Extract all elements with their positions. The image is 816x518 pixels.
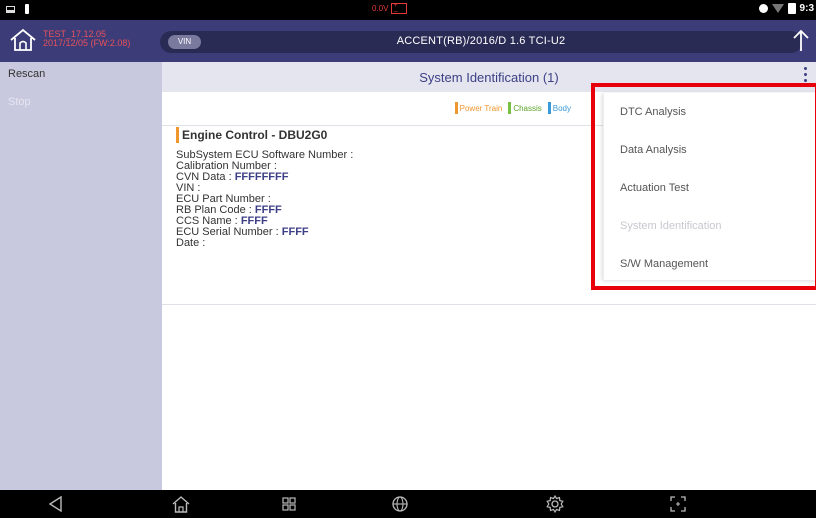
test-info: TEST_17.12.05 2017/12/05 (FW:2.08) [43,30,130,48]
back-button[interactable] [46,494,66,514]
arrow-up-icon [793,29,809,51]
more-menu-button[interactable] [802,67,808,82]
screenshot-button[interactable] [668,494,688,514]
recents-icon [282,497,296,511]
ecu-info-card: Engine Control - DBU2G0 SubSystem ECU So… [176,126,353,249]
home-icon [172,496,190,513]
legend-swatch [508,102,512,114]
legend-body: Body [547,102,571,114]
divider [162,304,816,305]
legend-chassis: Chassis [508,102,542,114]
legend-swatch [454,102,458,114]
legend-label: Power Train [459,103,503,113]
left-menu: Rescan Stop [0,62,162,490]
voltage-readout: 0.0V [372,4,389,13]
app-root: 0.0V 9:3 TEST_17.12.05 2017/12/05 (FW:2.… [0,0,816,518]
recents-button[interactable] [279,494,299,514]
system-legend: Power Train Chassis Body [454,102,571,114]
vehicle-info-bar: VIN ACCENT(RB)/2016/D 1.6 TCI-U2 [160,31,802,53]
settings-button[interactable] [545,494,565,514]
legend-power-train: Power Train [454,102,503,114]
wifi-icon [771,4,784,13]
kebab-dot-icon [803,79,807,82]
rescan-button[interactable]: Rescan [0,62,162,90]
kebab-dot-icon [803,73,807,76]
app-header: TEST_17.12.05 2017/12/05 (FW:2.08) VIN A… [0,20,816,62]
field-date: Date : [176,237,206,249]
upload-button[interactable] [790,27,812,55]
vehicle-battery-icon [391,2,408,16]
back-icon [48,495,62,513]
ecu-title: Engine Control - DBU2G0 [176,126,353,144]
status-bar: 0.0V 9:3 [0,0,816,20]
home-button[interactable] [9,27,37,53]
gear-icon [546,494,564,514]
highlight-box [591,83,816,290]
home-nav-button[interactable] [171,494,191,514]
dnd-icon [758,4,768,13]
legend-swatch [547,102,551,114]
legend-label: Chassis [513,103,542,113]
battery-status-icon [25,4,29,14]
device-battery-icon [787,3,796,14]
field-cvn: CVN Data : FFFFFFFF [176,171,289,183]
screen-icon [6,5,15,13]
ecu-field-list: SubSystem ECU Software Number : Calibrat… [176,150,353,249]
field-value: FFFF [281,226,309,238]
legend-label: Body [552,103,571,113]
browser-button[interactable] [390,494,410,514]
capture-icon [670,496,686,512]
field-value: FFFFFFFF [234,171,289,183]
kebab-dot-icon [803,67,807,70]
test-date-fw: 2017/12/05 (FW:2.08) [43,38,131,48]
nav-bar [0,490,816,518]
stop-button[interactable]: Stop [0,90,162,118]
globe-icon [392,496,408,512]
vehicle-title: ACCENT(RB)/2016/D 1.6 TCI-U2 [396,35,566,47]
clock: 9:3 [799,3,814,14]
home-icon [10,28,36,51]
